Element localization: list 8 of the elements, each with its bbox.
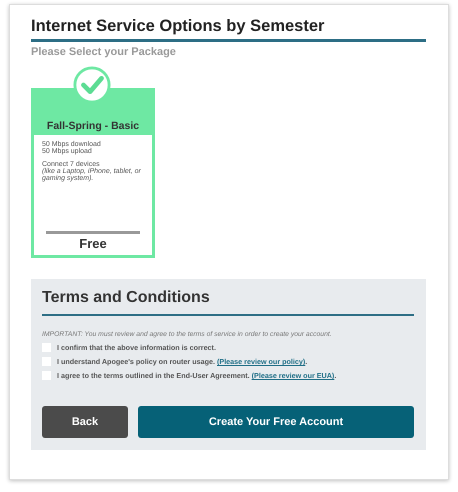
page-title: Internet Service Options by Semester [31, 17, 426, 42]
package-name: Fall-Spring - Basic [46, 120, 140, 132]
back-button[interactable]: Back [42, 406, 128, 438]
terms-title: Terms and Conditions [42, 289, 414, 316]
page-subtitle: Please Select your Package [31, 46, 177, 58]
create-account-button[interactable]: Create Your Free Account [138, 406, 414, 438]
check-icon [73, 66, 111, 104]
package-price: Free [78, 237, 108, 251]
